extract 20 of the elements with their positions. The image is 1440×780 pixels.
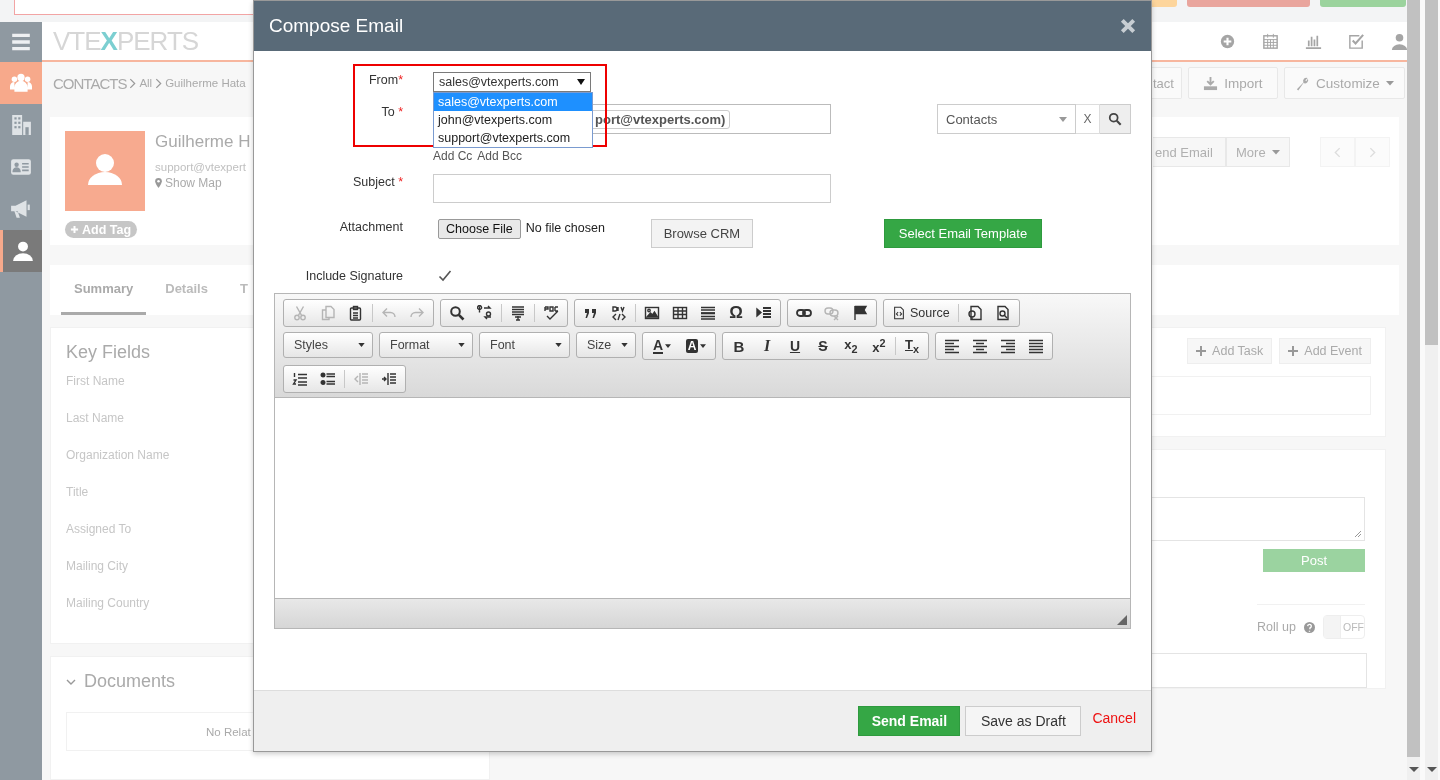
field-label: Mailing Country — [66, 595, 150, 612]
field-label: From* — [367, 72, 403, 87]
dialog-title: Compose Email — [269, 15, 404, 37]
field-label: Assigned To — [66, 521, 132, 538]
empty-message: No Relat — [206, 725, 251, 738]
roll-up-label: Roll up — [1257, 620, 1296, 635]
panel-title: Documents — [84, 671, 176, 692]
field-label: Title — [66, 484, 89, 501]
field-label: Attachment — [338, 219, 403, 234]
contact-email: support@vtexpert — [155, 161, 247, 173]
field-label: Mailing City — [66, 558, 128, 575]
file-status: No file chosen — [525, 220, 605, 235]
field-label: First Name — [66, 373, 125, 390]
field-label: Organization Name — [66, 447, 170, 464]
contact-name: Guilherme H — [155, 132, 251, 152]
field-label: To * — [380, 104, 403, 119]
field-label: Last Name — [66, 410, 125, 427]
field-label: Include Signature — [304, 268, 403, 283]
panel-title: Key Fields — [66, 342, 151, 363]
field-label: Subject * — [351, 174, 403, 189]
